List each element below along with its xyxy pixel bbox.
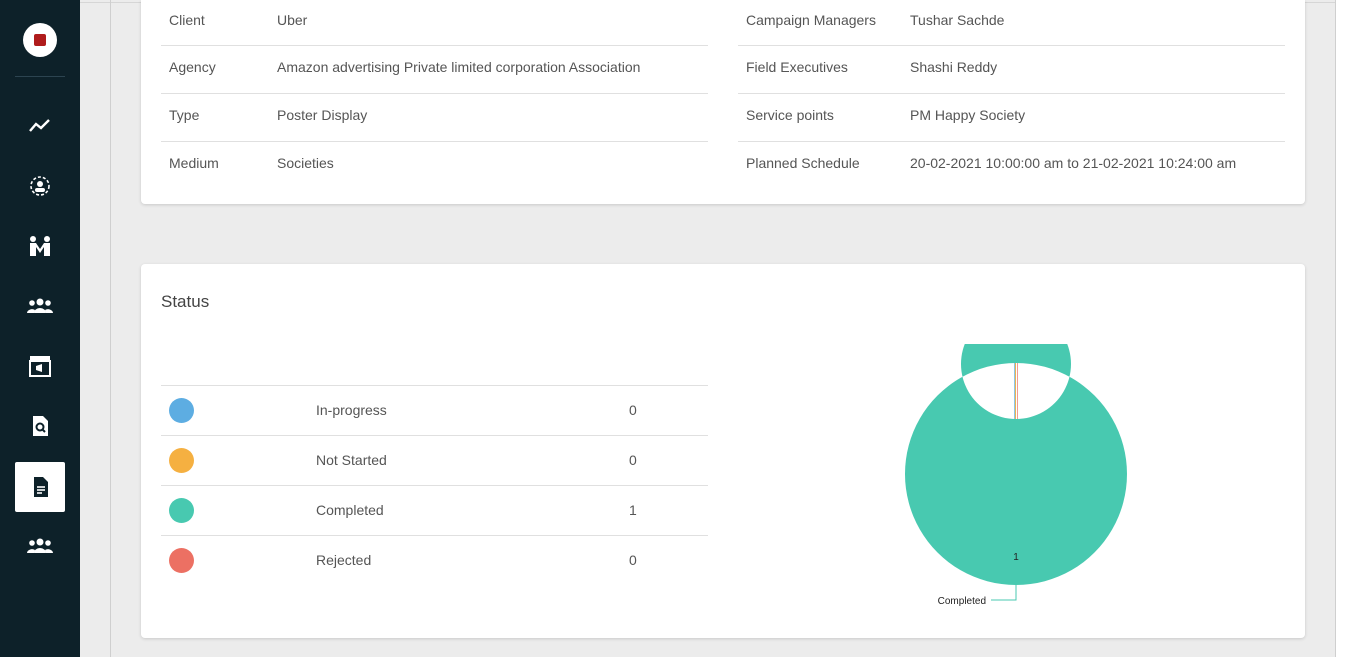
status-count: 0	[629, 402, 637, 418]
detail-value: PM Happy Society	[910, 107, 1026, 123]
chart-data-label: 1	[1013, 552, 1019, 563]
detail-value: Poster Display	[277, 107, 368, 123]
detail-row: Service points PM Happy Society	[738, 94, 1285, 142]
sidebar	[0, 0, 80, 657]
nav-users[interactable]	[15, 281, 65, 331]
status-label: Not Started	[316, 452, 387, 468]
campaign-group-icon	[30, 176, 50, 196]
chart-label-leader-line	[991, 585, 1017, 601]
detail-label: Service points	[746, 107, 834, 123]
detail-value: Shashi Reddy	[910, 59, 998, 75]
status-color-dot	[169, 398, 194, 423]
legend-row: Completed 1	[161, 486, 708, 536]
detail-row: Planned Schedule 20-02-2021 10:00:00 am …	[738, 142, 1285, 190]
status-count: 0	[629, 452, 637, 468]
status-label: Completed	[316, 502, 384, 518]
status-donut-chart: 1 Completed	[904, 344, 1127, 607]
store-icon	[29, 356, 51, 377]
app-logo[interactable]	[23, 23, 57, 57]
nav-analytics[interactable]	[15, 101, 65, 151]
nav-store[interactable]	[15, 341, 65, 391]
status-legend: In-progress 0 Not Started 0 Completed 1 …	[161, 385, 708, 586]
frame-left-border	[110, 0, 111, 657]
logo-mark	[34, 34, 46, 46]
legend-row: Not Started 0	[161, 436, 708, 486]
status-color-dot	[169, 448, 194, 473]
document-icon	[34, 477, 48, 497]
scroll-gutter	[1336, 0, 1360, 657]
status-label: Rejected	[316, 552, 372, 568]
nav-documents[interactable]	[15, 462, 65, 512]
detail-label: Agency	[169, 59, 216, 75]
status-card: Status In-progress 0 Not Started 0 Compl…	[141, 264, 1305, 638]
family-icon	[30, 236, 50, 256]
detail-value: Uber	[277, 12, 308, 28]
detail-row: Campaign Managers Tushar Sachde	[738, 0, 1285, 46]
status-count: 1	[629, 502, 637, 518]
detail-value: Tushar Sachde	[910, 12, 1005, 28]
detail-row: Type Poster Display	[161, 94, 708, 142]
team-icon	[27, 538, 53, 553]
legend-row: In-progress 0	[161, 386, 708, 436]
status-count: 0	[629, 552, 637, 568]
details-left-column: Client Uber Agency Amazon advertising Pr…	[161, 0, 708, 190]
detail-row: Client Uber	[161, 0, 708, 46]
detail-label: Campaign Managers	[746, 12, 876, 28]
search-document-icon	[33, 416, 48, 436]
status-title: Status	[161, 292, 210, 311]
campaign-details-card: Client Uber Agency Amazon advertising Pr…	[141, 0, 1305, 204]
detail-row: Medium Societies	[161, 142, 708, 190]
detail-row: Agency Amazon advertising Private limite…	[161, 46, 708, 94]
detail-row: Field Executives Shashi Reddy	[738, 46, 1285, 94]
detail-value: Amazon advertising Private limited corpo…	[277, 59, 641, 75]
users-icon	[27, 298, 53, 313]
detail-label: Type	[169, 107, 200, 123]
status-label: In-progress	[316, 402, 387, 418]
details-right-column: Campaign Managers Tushar Sachde Field Ex…	[738, 0, 1285, 190]
detail-value: Societies	[277, 155, 334, 171]
chart-slice-label: Completed	[938, 596, 986, 607]
nav-family[interactable]	[15, 221, 65, 271]
detail-label: Client	[169, 12, 205, 28]
legend-row: Rejected 0	[161, 536, 708, 586]
detail-value: 20-02-2021 10:00:00 am to 21-02-2021 10:…	[910, 155, 1237, 171]
status-color-dot	[169, 498, 194, 523]
detail-label: Medium	[169, 155, 219, 171]
detail-label: Field Executives	[746, 59, 848, 75]
sidebar-divider	[15, 76, 65, 77]
nav-team[interactable]	[15, 521, 65, 571]
detail-label: Planned Schedule	[746, 155, 860, 171]
nav-campaign-groups[interactable]	[15, 161, 65, 211]
nav-search-documents[interactable]	[15, 401, 65, 451]
status-color-dot	[169, 548, 194, 573]
analytics-icon	[29, 119, 50, 132]
